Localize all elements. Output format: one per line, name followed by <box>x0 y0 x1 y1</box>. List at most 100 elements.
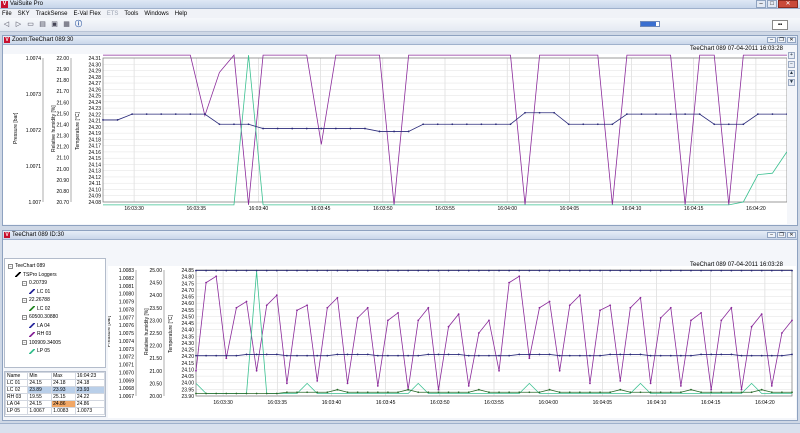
tree-node[interactable]: LA 04 <box>29 323 50 329</box>
main-chart[interactable]: 16:03:30 16:03:35 16:03:40 16:03:45 16:03:50… <box>108 266 796 418</box>
logger-tree[interactable]: − TeeChart 089 TSPro Loggers −0.20739 LC 01 −… <box>4 258 106 368</box>
temp-lc02-point <box>649 391 652 394</box>
rh-tick-label: 21.10 <box>56 156 69 162</box>
temp-la04-point <box>306 354 309 357</box>
zoom-out-icon[interactable]: − <box>788 61 795 68</box>
temp-lc02-point <box>760 388 763 391</box>
stats-row[interactable]: LP 05 1.0067 1.0083 1.0073 <box>4 407 106 415</box>
menu-e-val-flex[interactable]: E-Val Flex <box>73 11 100 17</box>
stats-row[interactable]: LC 02 23.89 23.93 23.93 <box>4 386 106 394</box>
rh-point <box>467 385 470 387</box>
menu-tools[interactable]: Tools <box>124 11 138 17</box>
temp-lc02-point <box>346 391 349 394</box>
temp-point <box>436 123 439 126</box>
tree-node[interactable]: TSPro Loggers <box>15 272 57 278</box>
tree-node[interactable]: −60500.30880 <box>22 314 58 320</box>
temp-lc02-point <box>578 391 581 394</box>
main-restore-button[interactable]: ❐ <box>777 232 786 238</box>
zoom-minimize-button[interactable]: – <box>767 37 776 43</box>
temp-lc01-point <box>690 269 692 272</box>
tree-node[interactable]: LP 05 <box>29 348 50 354</box>
temp-point <box>422 123 425 126</box>
zoom-close-button[interactable]: ✕ <box>787 37 796 43</box>
temp-la04-point <box>740 354 743 357</box>
save-icon[interactable]: ▣ <box>50 20 59 29</box>
close-button[interactable]: ✕ <box>778 0 798 8</box>
scroll-down-icon[interactable]: ▼ <box>788 79 795 86</box>
pressure-tick-label: 1.007 <box>28 200 41 206</box>
tree-node[interactable]: − TeeChart 089 <box>8 263 45 269</box>
stats-row[interactable]: RH 03 19.55 25.15 24.22 <box>4 393 106 401</box>
main-minimize-button[interactable]: – <box>767 232 776 238</box>
temp-la04-point <box>215 354 218 357</box>
zoom-window-titlebar: V Zoom:TeeChart 089:30 – ❐ ✕ <box>3 36 797 45</box>
temp-la04-point <box>255 353 258 356</box>
rh-point <box>286 382 288 385</box>
temp-lc02-point <box>720 391 723 394</box>
temp-la04-point <box>286 354 288 357</box>
temp-lc01-point <box>498 269 500 272</box>
temp-lc02-point <box>740 391 743 394</box>
open-icon[interactable]: ▤ <box>38 20 47 29</box>
temp-point <box>451 123 454 126</box>
zoom-restore-button[interactable]: ❐ <box>777 37 786 43</box>
menu-tracksense[interactable]: TrackSense <box>36 11 68 17</box>
maximize-button[interactable]: □ <box>767 0 777 8</box>
back-icon[interactable]: ◁ <box>2 20 11 29</box>
layout-toggle-icon[interactable]: ▪▪ <box>772 20 788 30</box>
rh-point <box>488 319 490 322</box>
menu-windows[interactable]: Windows <box>144 11 168 17</box>
temp-tick-label: 24.50 <box>181 314 194 320</box>
temp-tick-label: 24.00 <box>181 381 194 387</box>
temp-la04-point <box>397 354 399 357</box>
tree-node[interactable]: LC 02 <box>29 306 50 312</box>
forward-icon[interactable]: ▷ <box>14 20 23 29</box>
temp-la04-point <box>649 354 652 357</box>
stats-row[interactable]: LA 04 24.15 24.86 24.86 <box>4 400 106 408</box>
rh-tick-label: 21.00 <box>149 369 162 375</box>
menu-sky[interactable]: SKY <box>18 11 30 17</box>
temp-tick-label: 24.55 <box>181 308 194 314</box>
temp-tick-label: 24.15 <box>181 361 194 367</box>
temp-point <box>684 113 687 116</box>
temp-point <box>567 123 570 126</box>
minimize-button[interactable]: – <box>756 0 766 8</box>
menu-file[interactable]: File <box>2 11 12 17</box>
rh-point <box>255 369 258 372</box>
temp-point <box>320 127 323 130</box>
new-icon[interactable]: ▭ <box>26 20 35 29</box>
rh-point <box>558 369 561 372</box>
tree-node[interactable]: RH 03 <box>29 331 51 337</box>
temp-tick-label: 24.25 <box>88 94 101 100</box>
tree-node[interactable]: −100909.34005 <box>22 340 61 346</box>
rh-point <box>225 357 228 360</box>
main-close-button[interactable]: ✕ <box>787 232 796 238</box>
rh-point <box>346 382 349 385</box>
temp-la04-point <box>760 354 763 357</box>
menu-ets[interactable]: ETS <box>107 11 119 17</box>
print-icon[interactable]: ▦ <box>62 20 71 29</box>
tree-node-label: LC 02 <box>37 305 51 312</box>
menu-help[interactable]: Help <box>175 11 187 17</box>
temp-tick-label: 24.25 <box>181 348 194 354</box>
temp-lc01-point <box>215 269 218 272</box>
temp-la04-point <box>195 354 197 357</box>
scroll-up-icon[interactable]: ▲ <box>788 70 795 77</box>
rh-tick-label: 21.80 <box>56 78 69 84</box>
temp-lc01-point <box>245 269 248 272</box>
rh-tick-label: 21.50 <box>56 111 69 117</box>
x-tick-label: 16:03:30 <box>213 400 233 406</box>
zoom-chart[interactable]: 16:03:30 16:03:35 16:03:40 16:03:45 16:03:50… <box>3 54 787 224</box>
tree-node-label: TSPro Loggers <box>23 271 57 278</box>
stats-cell: LP 05 <box>4 407 29 415</box>
temp-la04-point <box>791 353 793 356</box>
rh-point <box>356 316 359 319</box>
rh-tick-label: 20.50 <box>149 381 162 387</box>
info-icon[interactable]: ⓘ <box>74 20 83 29</box>
stats-row[interactable]: LC 01 24.15 24.18 24.18 <box>4 379 106 387</box>
tree-node[interactable]: LC 01 <box>29 289 50 295</box>
tree-node[interactable]: −0.20739 <box>22 280 47 286</box>
zoom-in-icon[interactable]: + <box>788 52 795 59</box>
temp-tick-label: 24.28 <box>88 75 101 81</box>
tree-node[interactable]: −22.26788 <box>22 297 50 303</box>
